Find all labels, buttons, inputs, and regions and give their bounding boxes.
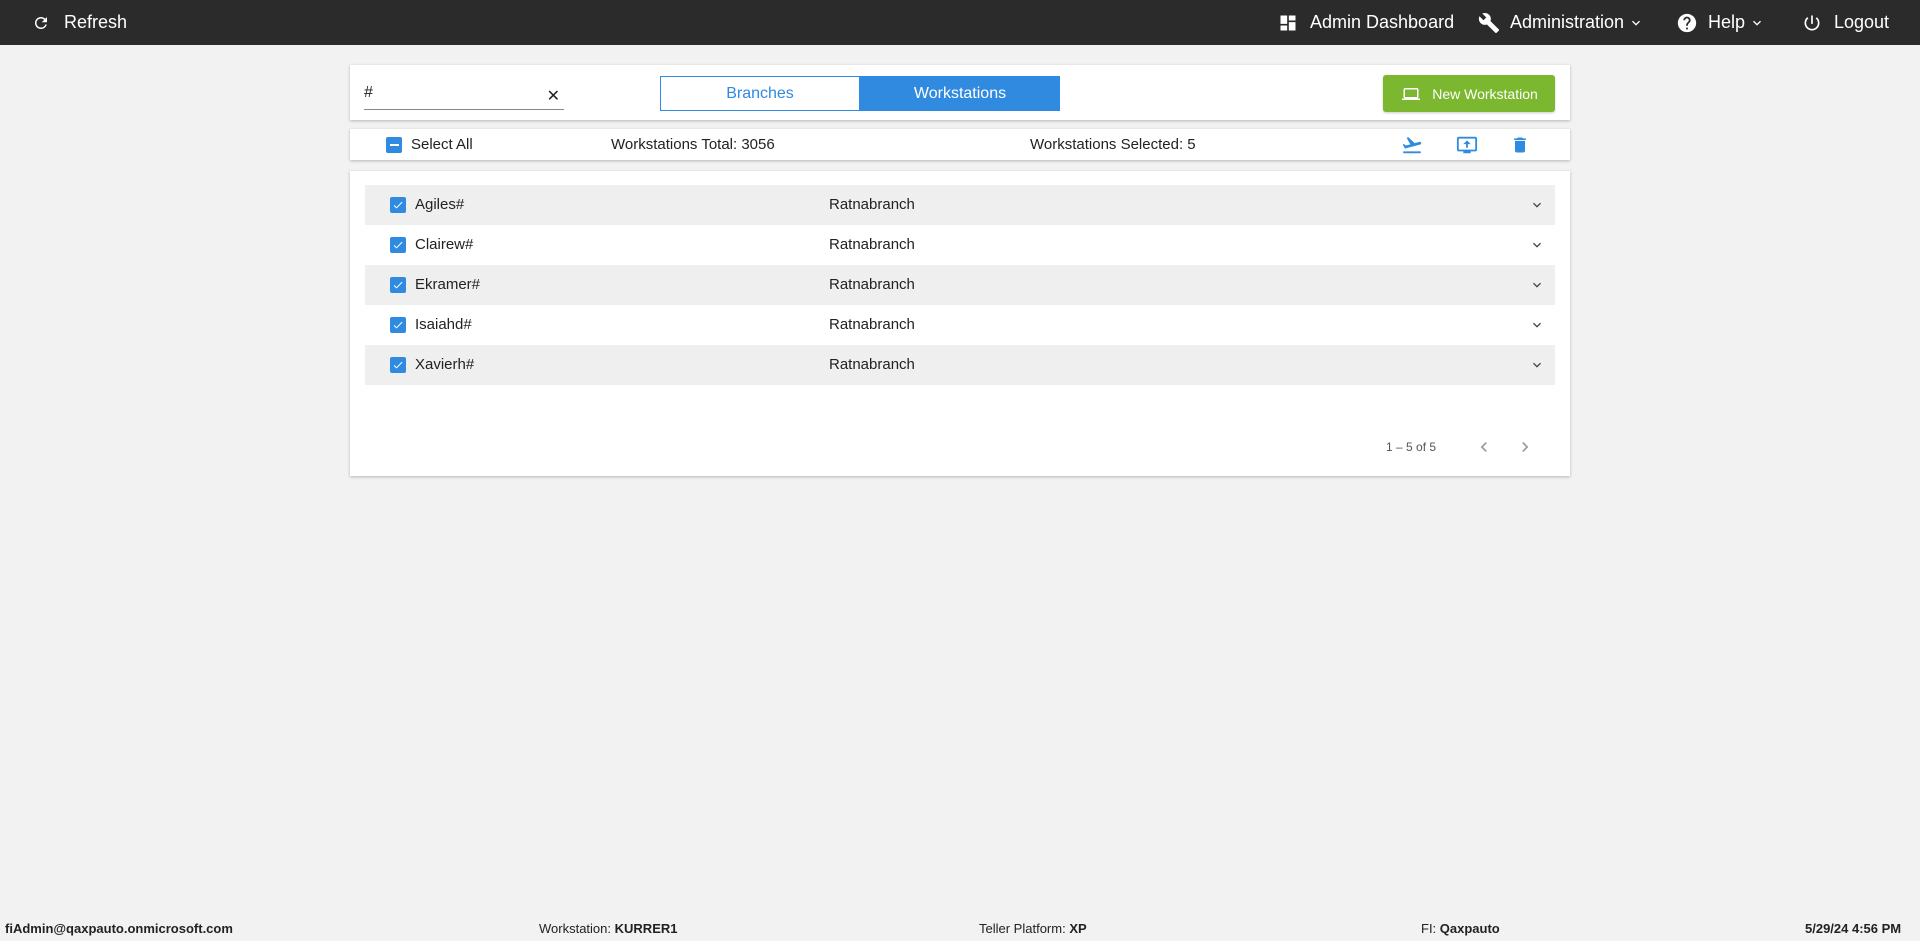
export-workstations-button[interactable] <box>1455 134 1479 161</box>
trash-icon <box>1514 137 1526 153</box>
workstation-branch: Ratnabranch <box>829 316 915 333</box>
chevron-down-icon[interactable] <box>1529 197 1545 213</box>
workstation-name: Ekramer# <box>415 276 481 293</box>
footer-platform: Teller Platform: XP <box>979 921 1087 936</box>
top-navigation-bar: Refresh Admin Dashboard Administration H… <box>0 0 1920 45</box>
workstation-name: Isaiahd# <box>415 316 472 333</box>
row-checkbox[interactable] <box>390 197 406 213</box>
chevron-down-icon <box>1632 20 1641 26</box>
airplane-icon <box>1402 137 1422 154</box>
help-menu-button[interactable]: Help <box>1676 0 1765 45</box>
search-field: ✕ <box>364 82 564 110</box>
chevron-down-icon[interactable] <box>1529 237 1545 253</box>
workstations-total: Workstations Total: 3056 <box>611 136 775 153</box>
workstation-branch: Ratnabranch <box>829 276 915 293</box>
chevron-down-icon[interactable] <box>1529 277 1545 293</box>
pagination-range: 1 – 5 of 5 <box>1386 440 1437 454</box>
admin-dashboard-label: Admin Dashboard <box>1310 12 1455 32</box>
search-input[interactable] <box>364 82 534 102</box>
workstation-name: Xavierh# <box>415 356 475 373</box>
refresh-label: Refresh <box>64 12 128 32</box>
refresh-icon <box>35 16 47 29</box>
chevron-down-icon[interactable] <box>1529 317 1545 333</box>
table-row[interactable]: Xavierh# Ratnabranch <box>365 345 1555 385</box>
new-workstation-label: New Workstation <box>1432 85 1538 102</box>
admin-dashboard-button[interactable]: Admin Dashboard <box>1278 0 1454 45</box>
workstations-selected: Workstations Selected: 5 <box>1030 136 1196 153</box>
workstation-branch: Ratnabranch <box>829 236 915 253</box>
check-icon <box>393 321 403 329</box>
check-icon <box>393 201 403 209</box>
delete-workstations-button[interactable] <box>1510 134 1530 161</box>
check-icon <box>393 241 403 249</box>
table-row[interactable]: Ekramer# Ratnabranch <box>365 265 1555 305</box>
power-icon <box>1804 15 1820 30</box>
select-all-checkbox[interactable]: Select All <box>386 136 473 153</box>
workstation-branch: Ratnabranch <box>829 196 915 213</box>
footer-fi: FI: Qaxpauto <box>1421 921 1500 936</box>
footer-datetime: 5/29/24 4:56 PM <box>1805 921 1902 936</box>
table-row[interactable]: Clairew# Ratnabranch <box>365 225 1555 265</box>
logout-label: Logout <box>1834 12 1890 32</box>
tab-branches[interactable]: Branches <box>660 76 860 111</box>
wrench-icon <box>1478 12 1500 33</box>
selection-bar: Select All Workstations Total: 3056 Work… <box>350 129 1570 160</box>
workstation-branch: Ratnabranch <box>829 356 915 373</box>
dashboard-icon <box>1280 15 1296 30</box>
search-panel: ✕ Branches Workstations New Workstation <box>350 65 1570 120</box>
chevron-down-icon[interactable] <box>1529 357 1545 373</box>
table-row[interactable]: Agiles# Ratnabranch <box>365 185 1555 225</box>
upload-icon <box>1456 136 1478 154</box>
check-icon <box>393 281 403 289</box>
new-workstation-button[interactable]: New Workstation <box>1383 75 1555 112</box>
row-checkbox[interactable] <box>390 277 406 293</box>
footer-user: fiAdmin@qaxpauto.onmicrosoft.com <box>5 921 233 936</box>
help-label: Help <box>1708 12 1746 32</box>
view-tabs: Branches Workstations <box>660 76 1060 111</box>
workstation-name: Clairew# <box>415 236 474 253</box>
chevron-left-icon[interactable] <box>1474 437 1494 457</box>
tab-workstations[interactable]: Workstations <box>860 76 1060 111</box>
administration-menu-button[interactable]: Administration <box>1478 0 1644 45</box>
table-row[interactable]: Isaiahd# Ratnabranch <box>365 305 1555 345</box>
row-checkbox[interactable] <box>390 317 406 333</box>
check-icon <box>393 361 403 369</box>
administration-label: Administration <box>1510 12 1625 32</box>
workstation-name: Agiles# <box>415 196 465 213</box>
help-icon <box>1677 13 1697 32</box>
laptop-icon <box>1402 87 1421 100</box>
workstation-list: Agiles# Ratnabranch Clairew# Ratnabranch… <box>350 171 1570 476</box>
chevron-right-icon[interactable] <box>1515 437 1535 457</box>
logout-button[interactable]: Logout <box>1802 0 1889 45</box>
row-checkbox[interactable] <box>390 237 406 253</box>
footer-workstation: Workstation: KURRER1 <box>539 921 678 936</box>
clear-search-icon[interactable]: ✕ <box>547 86 560 106</box>
row-checkbox[interactable] <box>390 357 406 373</box>
chevron-down-icon <box>1753 20 1762 26</box>
select-all-label: Select All <box>411 136 473 153</box>
indeterminate-checkbox-icon <box>386 136 402 153</box>
status-footer: fiAdmin@qaxpauto.onmicrosoft.com Worksta… <box>0 916 1920 941</box>
move-workstations-button[interactable] <box>1401 134 1423 161</box>
refresh-button[interactable]: Refresh <box>32 0 127 45</box>
